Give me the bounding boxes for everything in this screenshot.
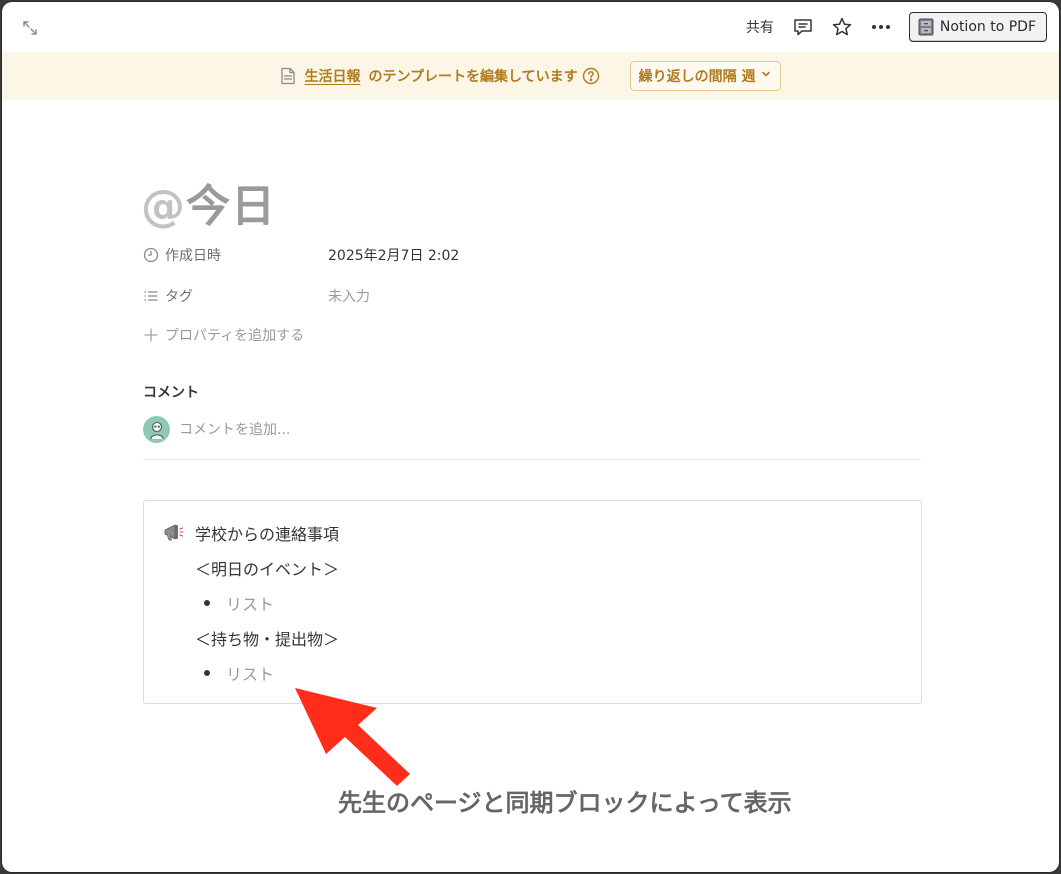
top-bar: 共有 Notion to PDF xyxy=(2,2,1059,52)
comment-input[interactable] xyxy=(179,421,679,438)
megaphone-icon xyxy=(162,521,184,543)
section-title-belongings: ＜持ち物・提出物＞ xyxy=(195,630,340,649)
expand-icon[interactable] xyxy=(20,18,40,38)
add-property-label: プロパティを追加する xyxy=(165,328,305,344)
synced-block[interactable]: 学校からの連絡事項 ＜明日のイベント＞ リスト ＜持ち物・提出物＞ リスト xyxy=(143,500,922,704)
property-created-time: 作成日時 2025年2月7日 2:02 xyxy=(143,242,643,268)
template-editing-banner: 生活日報 のテンプレートを編集しています 繰り返しの間隔 週 xyxy=(2,52,1059,100)
chevron-down-icon xyxy=(760,68,772,84)
property-label: タグ xyxy=(165,289,193,305)
divider xyxy=(143,459,921,460)
document-icon xyxy=(280,67,296,85)
section-title-events: ＜明日のイベント＞ xyxy=(195,560,340,579)
template-source-link[interactable]: 生活日報 xyxy=(304,66,360,86)
clock-icon xyxy=(143,247,159,263)
list-item-text: リスト xyxy=(226,595,275,614)
annotation-caption: 先生のページと同期ブロックによって表示 xyxy=(338,789,792,817)
help-icon[interactable] xyxy=(582,67,600,85)
bullet-icon xyxy=(204,600,210,606)
comment-icon[interactable] xyxy=(792,16,814,38)
list-item[interactable]: リスト xyxy=(204,591,274,615)
property-name[interactable]: タグ xyxy=(143,286,328,306)
banner-editing-text: のテンプレートを編集しています xyxy=(368,69,578,85)
property-value[interactable]: 2025年2月7日 2:02 xyxy=(328,245,459,265)
more-icon[interactable] xyxy=(870,16,892,38)
repeat-interval-label: 繰り返しの間隔 週 xyxy=(638,69,756,85)
property-value-empty[interactable]: 未入力 xyxy=(328,286,370,306)
banner-message: 生活日報 のテンプレートを編集しています xyxy=(280,66,599,86)
top-right-actions: 共有 Notion to PDF xyxy=(746,11,1047,43)
star-icon[interactable] xyxy=(831,16,853,38)
title-text: 今日 xyxy=(186,181,276,232)
title-mention-prefix: @ xyxy=(141,181,186,232)
bullet-icon xyxy=(204,670,210,676)
page-title[interactable]: @今日 xyxy=(141,170,276,234)
annotation-arrow-icon xyxy=(292,686,417,788)
notion-to-pdf-button[interactable]: Notion to PDF xyxy=(908,12,1047,42)
notion-window: 共有 Notion to PDF 生活日報 のテンプレートを編集しています 繰り… xyxy=(2,2,1059,872)
share-button[interactable]: 共有 xyxy=(746,17,774,37)
synced-block-heading: 学校からの連絡事項 xyxy=(195,525,340,544)
list-icon xyxy=(143,288,159,304)
list-item[interactable]: リスト xyxy=(204,661,274,685)
comment-composer xyxy=(143,416,921,443)
property-label: 作成日時 xyxy=(165,248,221,264)
property-name[interactable]: 作成日時 xyxy=(143,245,328,265)
add-property-button[interactable]: プロパティを追加する xyxy=(143,325,304,345)
comments-heading: コメント xyxy=(143,385,199,401)
list-item-text: リスト xyxy=(226,665,275,684)
pdf-button-label: Notion to PDF xyxy=(939,19,1036,35)
avatar xyxy=(143,416,170,443)
plus-icon xyxy=(143,327,159,343)
file-cabinet-icon xyxy=(918,18,934,36)
property-tags: タグ 未入力 xyxy=(143,283,643,309)
repeat-interval-button[interactable]: 繰り返しの間隔 週 xyxy=(629,61,781,91)
